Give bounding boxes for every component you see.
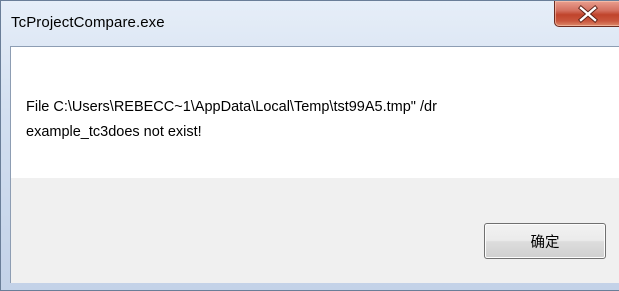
ok-button[interactable]: 确定 bbox=[484, 223, 606, 259]
close-button[interactable] bbox=[554, 1, 619, 27]
close-icon bbox=[578, 5, 598, 23]
message-area: File C:\Users\REBECC~1\AppData\Local\Tem… bbox=[11, 47, 619, 178]
dialog-window: TcProjectCompare.exe File C:\Users\REBEC… bbox=[0, 0, 619, 291]
dialog-body: File C:\Users\REBECC~1\AppData\Local\Tem… bbox=[10, 46, 619, 283]
window-title: TcProjectCompare.exe bbox=[11, 14, 165, 31]
title-bar[interactable]: TcProjectCompare.exe bbox=[1, 1, 619, 45]
error-message: File C:\Users\REBECC~1\AppData\Local\Tem… bbox=[26, 99, 437, 140]
